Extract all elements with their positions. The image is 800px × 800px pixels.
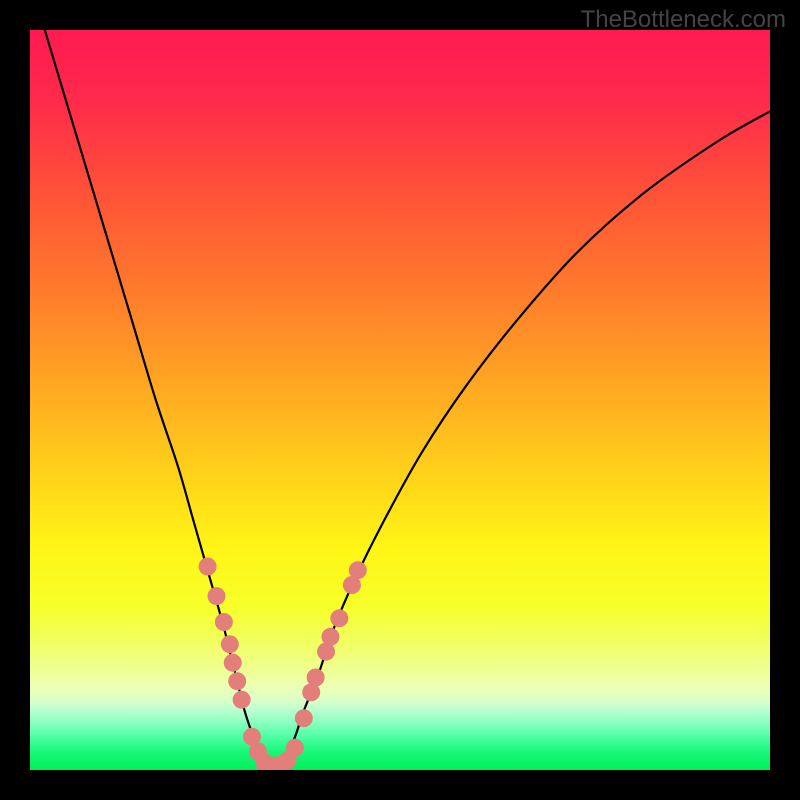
curve-marker bbox=[295, 709, 313, 727]
plot-area bbox=[30, 30, 770, 770]
curve-marker bbox=[199, 558, 217, 576]
gradient-background bbox=[30, 30, 770, 770]
curve-marker bbox=[330, 609, 348, 627]
chart-frame: TheBottleneck.com bbox=[0, 0, 800, 800]
curve-marker bbox=[228, 672, 246, 690]
bottleneck-chart bbox=[30, 30, 770, 770]
curve-marker bbox=[224, 654, 242, 672]
curve-marker bbox=[207, 587, 225, 605]
curve-marker bbox=[221, 635, 239, 653]
curve-marker bbox=[233, 691, 251, 709]
curve-marker bbox=[215, 613, 233, 631]
curve-marker bbox=[286, 739, 304, 757]
curve-marker bbox=[321, 628, 339, 646]
curve-marker bbox=[349, 561, 367, 579]
watermark-text: TheBottleneck.com bbox=[581, 6, 786, 34]
curve-marker bbox=[307, 669, 325, 687]
